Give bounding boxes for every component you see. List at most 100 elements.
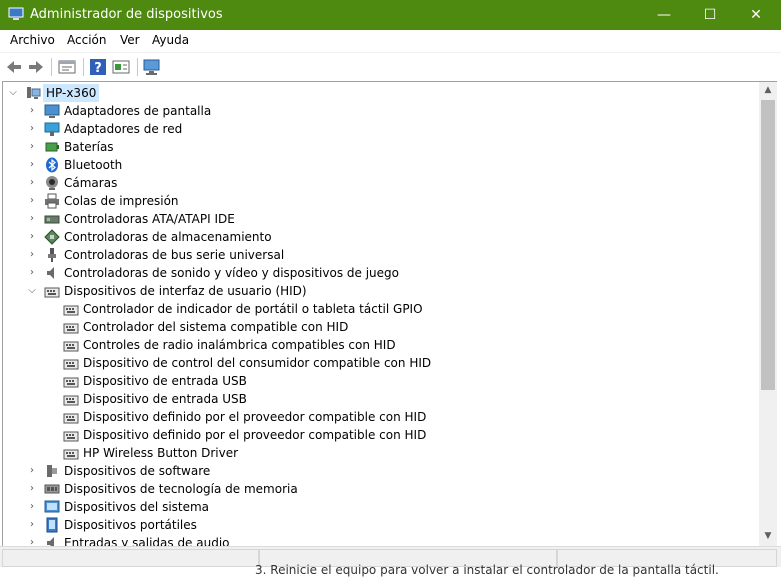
menu-ayuda[interactable]: Ayuda: [152, 33, 189, 47]
display-adapter-icon: [44, 104, 60, 118]
bluetooth-icon: [46, 157, 58, 173]
storage-controller-icon: [44, 229, 60, 245]
network-adapter-icon: [44, 122, 60, 136]
hid-device-icon: [63, 377, 79, 388]
back-arrow-icon[interactable]: [4, 57, 24, 77]
speaker-icon: [47, 267, 54, 279]
minimize-button[interactable]: —: [641, 0, 687, 30]
expand-chevron-icon[interactable]: ›: [27, 156, 37, 174]
close-button[interactable]: ✕: [733, 0, 779, 30]
window-title: Administrador de dispositivos: [30, 7, 223, 22]
tree-category[interactable]: › Controladoras de almacenamiento: [3, 228, 603, 246]
tree-category[interactable]: › Bluetooth: [3, 156, 603, 174]
tree-category-label: Cámaras: [64, 176, 118, 190]
tree-category-label: Dispositivos portátiles: [64, 518, 197, 532]
hid-device-icon: [63, 323, 79, 334]
tree-root[interactable]: ⌵ HP-x360: [3, 84, 303, 102]
computer-icon: [27, 87, 41, 99]
tree-category-label: Dispositivos de interfaz de usuario (HID…: [64, 284, 307, 298]
expand-chevron-icon[interactable]: ›: [27, 462, 37, 480]
tree-category[interactable]: › Dispositivos portátiles: [3, 516, 603, 534]
menu-archivo[interactable]: Archivo: [10, 33, 55, 47]
vertical-scrollbar[interactable]: ▲ ▼: [759, 81, 777, 546]
tree-device-label: Controles de radio inalámbrica compatibl…: [83, 338, 396, 352]
toolbar-separator: [137, 58, 138, 76]
tree-device-item[interactable]: Dispositivo de entrada USB: [3, 390, 703, 408]
tree-device-label: Controlador del sistema compatible con H…: [83, 320, 349, 334]
tree-device-item[interactable]: Dispositivo definido por el proveedor co…: [3, 408, 703, 426]
expand-chevron-icon[interactable]: ›: [27, 246, 37, 264]
hid-device-icon: [63, 395, 79, 406]
tree-category-label: Controladoras ATA/ATAPI IDE: [64, 212, 235, 226]
tree-category-expanded[interactable]: ⌵ Dispositivos de interfaz de usuario (H…: [3, 282, 603, 300]
tree-category[interactable]: › Dispositivos del sistema: [3, 498, 603, 516]
scroll-thumb[interactable]: [761, 100, 775, 390]
tree-category-label: Adaptadores de red: [64, 122, 183, 136]
tree-category[interactable]: › Controladoras de bus serie universal: [3, 246, 603, 264]
memory-icon: [44, 484, 60, 494]
scroll-down-arrow-icon[interactable]: ▼: [759, 528, 777, 545]
menu-accion[interactable]: Acción: [67, 33, 106, 47]
menu-ver[interactable]: Ver: [120, 33, 140, 47]
tree-device-label: HP Wireless Button Driver: [83, 446, 239, 460]
expand-chevron-icon[interactable]: ›: [27, 102, 37, 120]
expand-chevron-icon[interactable]: ›: [27, 228, 37, 246]
expand-chevron-icon[interactable]: ›: [27, 480, 37, 498]
expand-chevron-icon[interactable]: ›: [27, 174, 37, 192]
tree-device-item[interactable]: Dispositivo de entrada USB: [3, 372, 703, 390]
status-cell: [2, 549, 259, 567]
collapse-chevron-icon[interactable]: ⌵: [27, 282, 37, 300]
properties-icon[interactable]: [57, 57, 77, 77]
forward-arrow-icon[interactable]: [26, 57, 46, 77]
expand-chevron-icon[interactable]: ›: [27, 120, 37, 138]
tree-category[interactable]: › Controladoras de sonido y vídeo y disp…: [3, 264, 603, 282]
toolbar-separator: [83, 58, 84, 76]
title-bar: Administrador de dispositivos — ☐ ✕: [0, 0, 781, 30]
tree-device-item[interactable]: Controles de radio inalámbrica compatibl…: [3, 336, 703, 354]
expand-chevron-icon[interactable]: ›: [27, 210, 37, 228]
hid-device-icon: [63, 449, 79, 460]
tree-device-label: Dispositivo de control del consumidor co…: [83, 356, 432, 370]
maximize-button[interactable]: ☐: [687, 0, 733, 30]
tree-category[interactable]: › Controladoras ATA/ATAPI IDE: [3, 210, 603, 228]
portable-device-icon: [46, 517, 58, 533]
hid-device-icon: [63, 413, 79, 424]
tree-device-label: Dispositivo definido por el proveedor co…: [83, 410, 427, 424]
background-document-text: 3. Reinicie el equipo para volver a inst…: [255, 563, 719, 577]
scroll-up-arrow-icon[interactable]: ▲: [759, 82, 777, 99]
tree-category-label: Controladoras de sonido y vídeo y dispos…: [64, 266, 399, 280]
usb-icon: [48, 248, 56, 262]
tree-device-item[interactable]: HP Wireless Button Driver: [3, 444, 703, 462]
tree-category[interactable]: › Adaptadores de red: [3, 120, 603, 138]
update-driver-icon[interactable]: [111, 57, 131, 77]
tree-device-label: Dispositivo de entrada USB: [83, 392, 247, 406]
svg-text:?: ?: [94, 61, 102, 76]
expand-chevron-icon[interactable]: ›: [27, 192, 37, 210]
toolbar-separator: [51, 58, 52, 76]
tree-category[interactable]: › Cámaras: [3, 174, 603, 192]
tree-category[interactable]: › Adaptadores de pantalla: [3, 102, 603, 120]
tree-category[interactable]: › Dispositivos de tecnología de memoria: [3, 480, 603, 498]
hid-device-icon: [63, 359, 79, 370]
tree-device-item[interactable]: Controlador del sistema compatible con H…: [3, 318, 703, 336]
tree-category[interactable]: › Dispositivos de software: [3, 462, 603, 480]
scan-hardware-icon[interactable]: [142, 57, 162, 77]
expand-chevron-icon[interactable]: ›: [27, 498, 37, 516]
tree-device-item[interactable]: Dispositivo de control del consumidor co…: [3, 354, 703, 372]
tree-category-label: Bluetooth: [64, 158, 123, 172]
hid-icon: [44, 287, 60, 298]
toolbar: ?: [0, 52, 781, 81]
tree-device-label: Dispositivo de entrada USB: [83, 374, 247, 388]
tree-device-item[interactable]: Controlador de indicador de portátil o t…: [3, 300, 703, 318]
expand-chevron-icon[interactable]: ›: [27, 138, 37, 156]
collapse-chevron-icon[interactable]: ⌵: [8, 84, 18, 102]
tree-category-label: Dispositivos de software: [64, 464, 211, 478]
expand-chevron-icon[interactable]: ›: [27, 516, 37, 534]
tree-device-item[interactable]: Dispositivo definido por el proveedor co…: [3, 426, 703, 444]
help-icon[interactable]: ?: [88, 57, 108, 77]
tree-category[interactable]: › Colas de impresión: [3, 192, 603, 210]
device-tree[interactable]: ⌵ HP-x360 › Adaptadores de pantalla › Ad…: [2, 81, 760, 547]
expand-chevron-icon[interactable]: ›: [27, 264, 37, 282]
tree-category-label: Controladoras de almacenamiento: [64, 230, 272, 244]
tree-category[interactable]: › Baterías: [3, 138, 603, 156]
